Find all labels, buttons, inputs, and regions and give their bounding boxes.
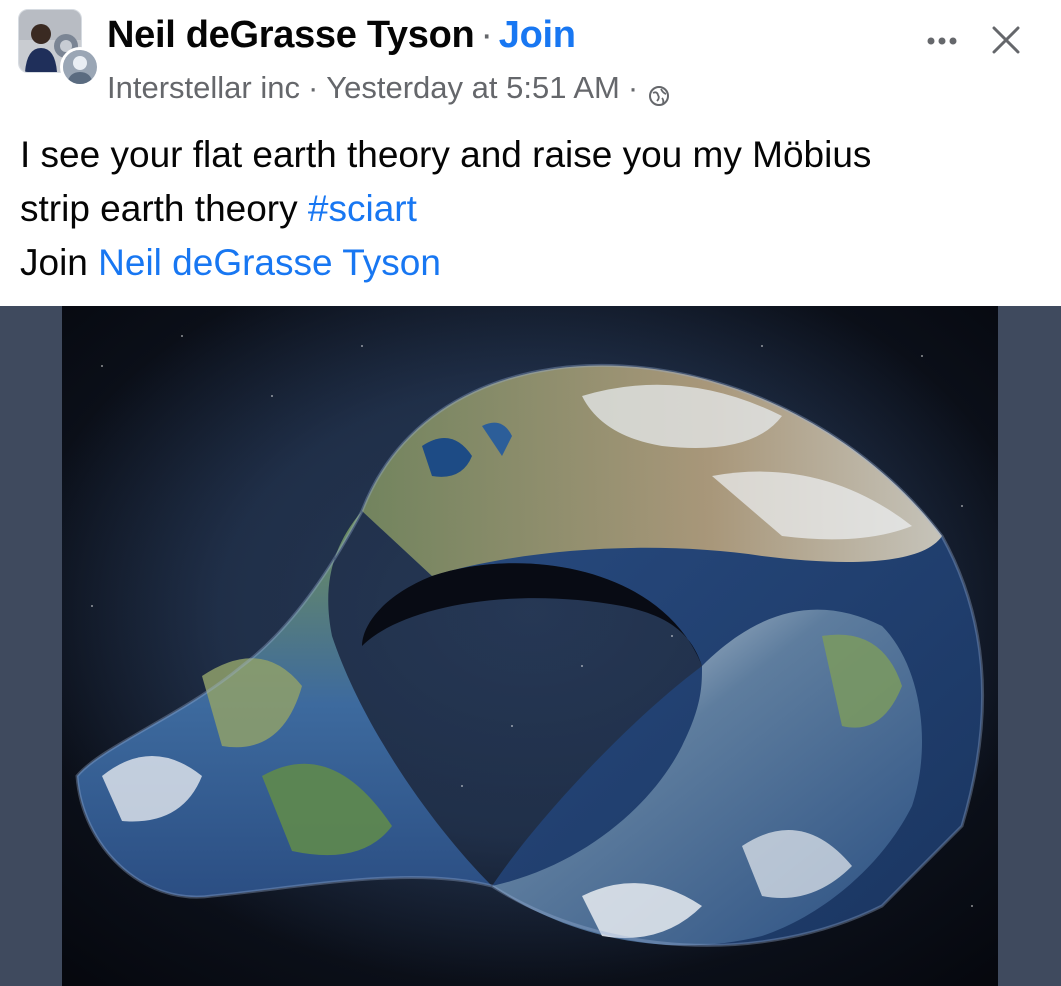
post-text-line-2: strip earth theory #sciart	[20, 182, 1040, 236]
meta-separator-2: ·	[627, 70, 639, 105]
post-media[interactable]	[0, 306, 1061, 986]
close-icon	[991, 25, 1021, 60]
post-text-line-3: Join Neil deGrasse Tyson	[20, 236, 1040, 290]
more-horizontal-icon	[926, 33, 958, 51]
mobius-earth-image[interactable]	[62, 306, 998, 986]
post-text: I see your flat earth theory and raise y…	[20, 128, 1040, 290]
post-text-line-1: I see your flat earth theory and raise y…	[20, 134, 872, 175]
avatar-stack[interactable]	[18, 9, 100, 87]
group-name-link[interactable]: Interstellar inc	[107, 70, 300, 106]
join-link[interactable]: Join	[499, 14, 576, 56]
title-separator: ·	[480, 14, 493, 56]
more-options-button[interactable]	[920, 20, 964, 64]
join-prefix: Join	[20, 242, 99, 283]
user-avatar[interactable]	[60, 47, 100, 87]
title-line: Neil deGrasse Tyson · Join	[107, 14, 576, 57]
close-button[interactable]	[982, 18, 1030, 66]
meta-line: Interstellar inc · Yesterday at 5:51 AM …	[107, 70, 670, 106]
author-name[interactable]: Neil deGrasse Tyson	[107, 14, 475, 56]
meta-separator-1: ·	[307, 70, 319, 105]
post-card: Neil deGrasse Tyson · Join Interstellar in…	[0, 0, 1061, 986]
globe-icon[interactable]	[648, 79, 670, 106]
post-text-plain: strip earth theory	[20, 188, 308, 229]
timestamp-link[interactable]: Yesterday at 5:51 AM	[326, 70, 620, 106]
hashtag-link[interactable]: #sciart	[308, 188, 417, 229]
author-mention-link[interactable]: Neil deGrasse Tyson	[98, 242, 441, 283]
post-header: Neil deGrasse Tyson · Join Interstellar in…	[0, 0, 1061, 305]
